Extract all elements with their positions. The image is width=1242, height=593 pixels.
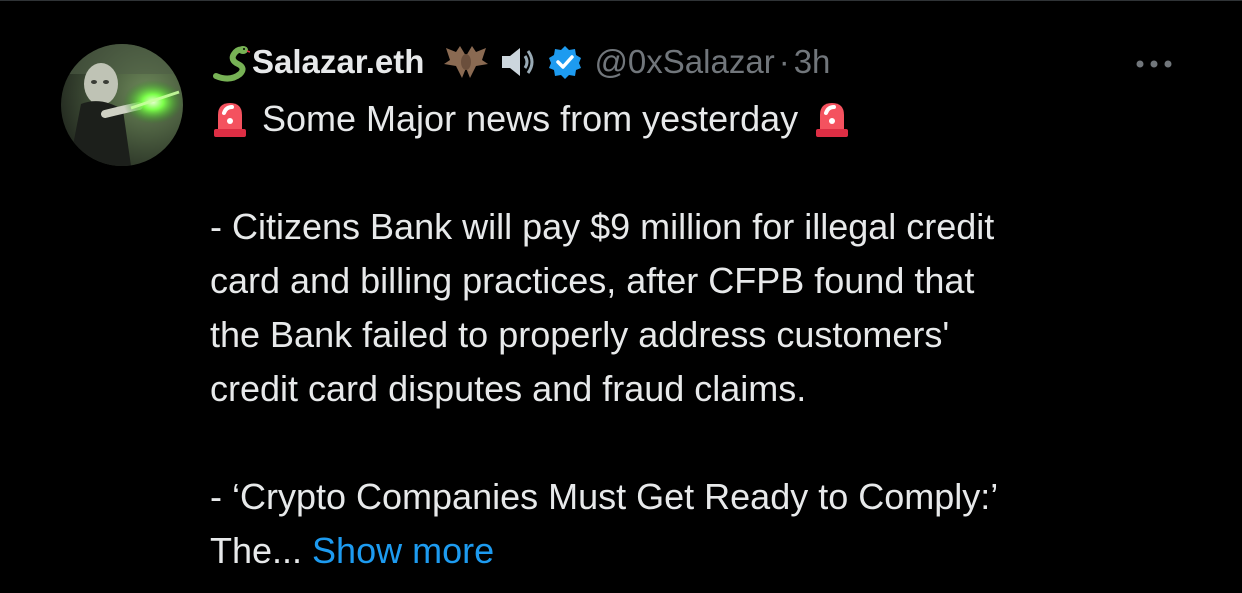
- body-line: card and billing practices, after CFPB f…: [210, 260, 975, 301]
- avatar-image: [61, 44, 183, 166]
- body-line: - Citizens Bank will pay $9 million for …: [210, 206, 995, 247]
- body-line: - ‘Crypto Companies Must Get Ready to Co…: [210, 476, 999, 517]
- rotating-light-emoji: [210, 99, 250, 139]
- headline-line: Some Major news from yesterday: [210, 92, 1220, 146]
- tweet-header: Salazar.eth @0xSalazar · 3h: [210, 37, 830, 87]
- body-line: the Bank failed to properly address cust…: [210, 314, 950, 355]
- separator-dot: ·: [778, 43, 790, 80]
- timestamp[interactable]: 3h: [794, 43, 831, 81]
- verified-badge-icon[interactable]: [548, 45, 582, 79]
- top-divider: [0, 0, 1242, 1]
- headline-text: Some Major news from yesterday: [262, 98, 799, 139]
- handle[interactable]: @0xSalazar: [594, 43, 774, 81]
- truncated-text: The...: [210, 530, 303, 571]
- show-more-link[interactable]: Show more: [312, 524, 494, 578]
- more-options-button[interactable]: [1128, 48, 1180, 80]
- bat-emoji: [442, 42, 490, 82]
- snake-emoji: [210, 42, 250, 82]
- more-horizontal-icon: [1136, 60, 1172, 68]
- display-name[interactable]: Salazar.eth: [252, 43, 424, 81]
- speaker-emoji: [498, 42, 538, 82]
- body-line: credit card disputes and fraud claims.: [210, 368, 807, 409]
- avatar[interactable]: [61, 44, 183, 166]
- rotating-light-emoji: [812, 99, 852, 139]
- tweet-text: Some Major news from yesterday - Citizen…: [210, 92, 1220, 578]
- truncated-line: The... Show more: [210, 524, 1220, 578]
